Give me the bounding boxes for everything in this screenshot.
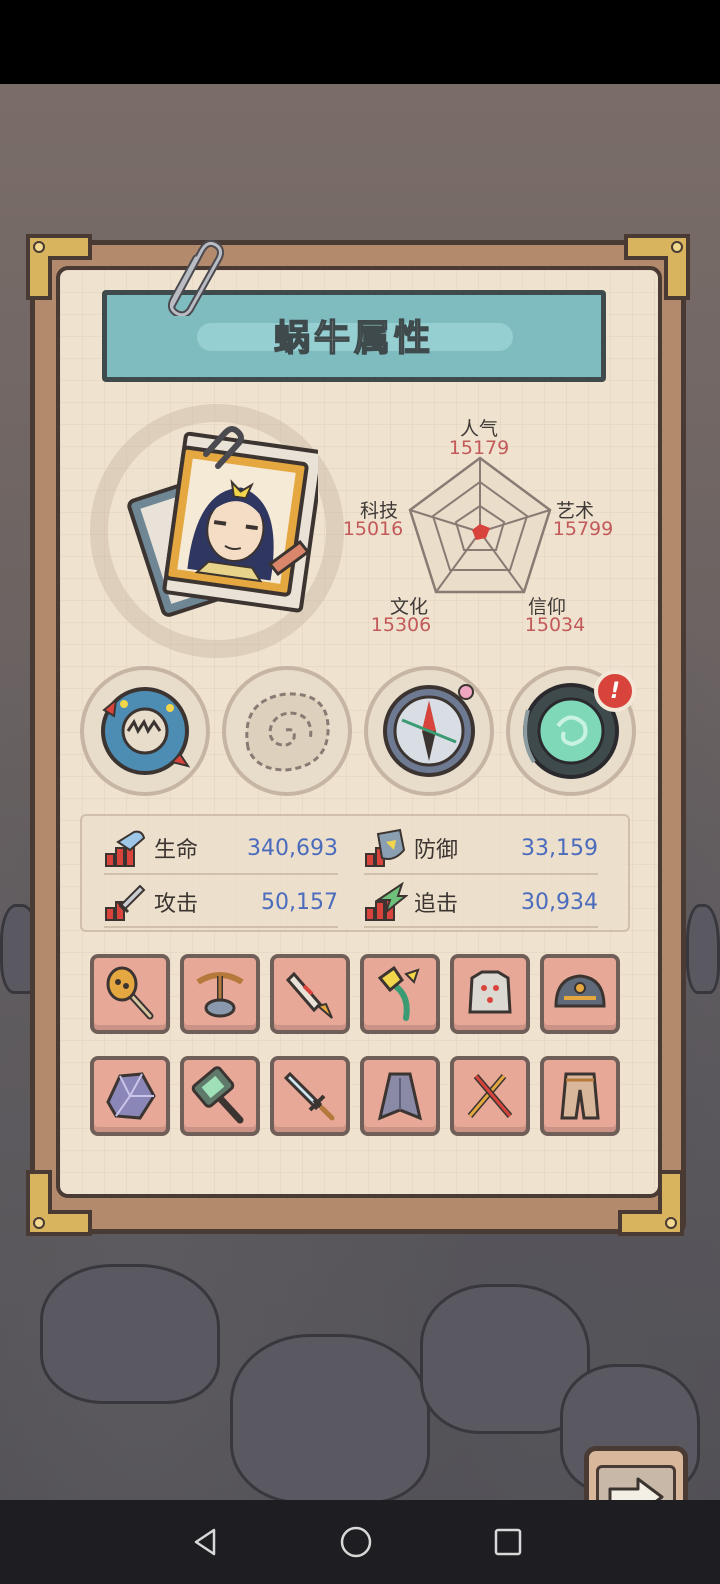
alert-badge: ! bbox=[594, 670, 636, 712]
radar-value-art: 15799 bbox=[552, 518, 614, 540]
fossil-shell-icon bbox=[245, 692, 330, 772]
stat-pursuit-label: 追击 bbox=[414, 892, 459, 917]
equipment-slot[interactable] bbox=[180, 954, 260, 1034]
background-rock bbox=[40, 1264, 220, 1404]
sea-creature-icon bbox=[101, 687, 191, 775]
pursuit-stat-icon bbox=[365, 882, 408, 921]
crystal-icon bbox=[106, 1072, 156, 1120]
back-triangle-icon bbox=[194, 1528, 216, 1556]
equipment-slot[interactable] bbox=[540, 954, 620, 1034]
equipment-slot[interactable] bbox=[540, 1056, 620, 1136]
crossbow-icon bbox=[196, 972, 244, 1018]
equipment-slot[interactable] bbox=[90, 1056, 170, 1136]
background-rock bbox=[686, 904, 720, 994]
cloak-icon bbox=[377, 1072, 423, 1121]
armor-icon bbox=[468, 970, 512, 1014]
page-title: 蜗牛属性 bbox=[273, 317, 434, 360]
helmet-icon bbox=[554, 974, 606, 1008]
stat-defense-label: 防御 bbox=[414, 838, 459, 863]
equipment-slot[interactable] bbox=[450, 1056, 530, 1136]
recents-button[interactable] bbox=[484, 1518, 532, 1566]
stat-attack-value: 50,157 bbox=[261, 889, 338, 915]
stat-divider bbox=[364, 926, 598, 928]
corner-ornament-icon bbox=[618, 1170, 684, 1236]
paperclip-icon bbox=[167, 239, 225, 316]
corner-ornament-icon bbox=[26, 234, 92, 300]
stat-divider bbox=[364, 873, 598, 875]
health-stat-icon bbox=[105, 830, 146, 867]
equipment-slot[interactable] bbox=[270, 954, 350, 1034]
stat-pursuit-value: 30,934 bbox=[521, 889, 598, 915]
staff-icon bbox=[377, 965, 420, 1021]
rocket-icon bbox=[285, 971, 333, 1019]
stat-attack: 攻击 50,157 bbox=[104, 880, 338, 924]
sword-icon bbox=[283, 1071, 335, 1121]
equipment-slot[interactable] bbox=[360, 1056, 440, 1136]
stat-divider bbox=[104, 873, 338, 875]
equipment-slot[interactable] bbox=[360, 954, 440, 1034]
radar-value-faith: 15034 bbox=[524, 614, 586, 636]
stat-defense: 防御 33,159 bbox=[364, 826, 598, 870]
stat-divider bbox=[104, 926, 338, 928]
equipment-slot[interactable] bbox=[180, 1056, 260, 1136]
compass-icon bbox=[383, 684, 475, 777]
corner-ornament-icon bbox=[624, 234, 690, 300]
back-button[interactable] bbox=[182, 1518, 230, 1566]
equipment-slot[interactable] bbox=[90, 954, 170, 1034]
stat-defense-value: 33,159 bbox=[521, 835, 598, 861]
stat-hp-value: 340,693 bbox=[247, 835, 338, 861]
corner-ornament-icon bbox=[26, 1170, 92, 1236]
pants-icon bbox=[560, 1072, 600, 1120]
equipment-slot[interactable] bbox=[450, 954, 530, 1034]
mace-icon bbox=[106, 966, 154, 1020]
stat-hp: 生命 340,693 bbox=[104, 826, 338, 870]
equipment-slot[interactable] bbox=[270, 1056, 350, 1136]
recents-square-icon bbox=[494, 1528, 522, 1556]
radar-value-culture: 15306 bbox=[370, 614, 432, 636]
relic-slot-3[interactable] bbox=[364, 666, 494, 796]
radar-value-technology: 15016 bbox=[342, 518, 404, 540]
stat-attack-label: 攻击 bbox=[154, 892, 199, 917]
hammer-icon bbox=[191, 1066, 244, 1124]
status-bar bbox=[0, 0, 720, 84]
character-portrait[interactable] bbox=[118, 424, 318, 624]
background-rock bbox=[230, 1334, 430, 1504]
dual-blade-icon bbox=[467, 1074, 513, 1118]
home-button[interactable] bbox=[332, 1518, 380, 1566]
stat-pursuit: 追击 30,934 bbox=[364, 880, 598, 924]
stat-hp-label: 生命 bbox=[154, 838, 199, 863]
attack-stat-icon bbox=[105, 884, 146, 921]
radar-value-popularity: 15179 bbox=[448, 437, 510, 459]
relic-slot-1[interactable] bbox=[80, 666, 210, 796]
defense-stat-icon bbox=[365, 828, 406, 867]
relic-slot-2[interactable] bbox=[222, 666, 352, 796]
attribute-radar-chart bbox=[408, 456, 552, 594]
navigation-bar bbox=[0, 1500, 720, 1584]
home-circle-icon bbox=[340, 1526, 372, 1558]
